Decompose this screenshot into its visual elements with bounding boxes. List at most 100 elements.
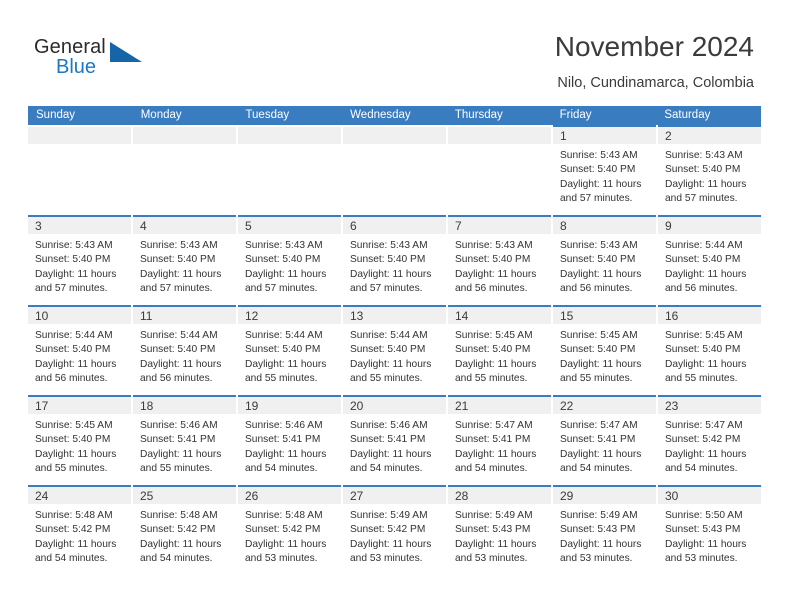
calendar-day-cell[interactable]: 24 Sunrise: 5:48 AM Sunset: 5:42 PM Dayligh… [28,485,131,575]
daylight-text-line1: Daylight: 11 hours [665,448,747,460]
sunset-text: Sunset: 5:41 PM [140,434,216,446]
daylight-text-line1: Daylight: 11 hours [350,538,432,550]
calendar-week-row: 1 Sunrise: 5:43 AM Sunset: 5:40 PM Daylight… [28,125,761,215]
day-number: 25 [140,489,154,503]
daylight-text-line2: and 56 minutes. [560,282,633,294]
sunset-text: Sunset: 5:40 PM [665,164,741,176]
sunrise-text: Sunrise: 5:49 AM [350,510,428,521]
day-number: 15 [560,309,574,323]
weekday-header-monday: Monday [140,109,182,121]
calendar-day-cell[interactable]: 26 Sunrise: 5:48 AM Sunset: 5:42 PM Dayligh… [238,485,341,575]
sunrise-text: Sunrise: 5:46 AM [350,420,428,431]
weekday-header-row: Sunday Monday Tuesday Wednesday Thursday… [28,106,761,125]
sunset-text: Sunset: 5:40 PM [35,434,111,446]
calendar-day-cell[interactable]: 14 Sunrise: 5:45 AM Sunset: 5:40 PM Dayligh… [448,305,551,395]
day-number: 4 [140,219,147,233]
day-number-band [28,127,131,144]
sunset-text: Sunset: 5:40 PM [140,254,216,266]
sunset-text: Sunset: 5:41 PM [245,434,321,446]
calendar-day-cell[interactable]: 16 Sunrise: 5:45 AM Sunset: 5:40 PM Dayligh… [658,305,761,395]
daylight-text-line2: and 54 minutes. [665,462,738,474]
sunset-text: Sunset: 5:40 PM [455,344,531,356]
sunrise-text: Sunrise: 5:49 AM [560,510,638,521]
sunset-text: Sunset: 5:40 PM [245,344,321,356]
day-number: 20 [350,399,364,413]
calendar-day-cell[interactable]: 7 Sunrise: 5:43 AM Sunset: 5:40 PM Daylight… [448,215,551,305]
daylight-text-line2: and 53 minutes. [560,552,633,564]
calendar-day-cell[interactable]: 30 Sunrise: 5:50 AM Sunset: 5:43 PM Dayligh… [658,485,761,575]
calendar-day-cell[interactable]: 9 Sunrise: 5:44 AM Sunset: 5:40 PM Daylight… [658,215,761,305]
day-number-band: 21 [448,397,551,414]
daylight-text-line1: Daylight: 11 hours [245,448,327,460]
calendar-day-cell[interactable]: 21 Sunrise: 5:47 AM Sunset: 5:41 PM Dayligh… [448,395,551,485]
weekday-header-friday: Friday [559,109,592,121]
calendar-day-cell[interactable]: 4 Sunrise: 5:43 AM Sunset: 5:40 PM Daylight… [133,215,236,305]
day-number-band: 5 [238,217,341,234]
day-details: Sunrise: 5:47 AM Sunset: 5:41 PM Daylight:… [553,414,656,476]
daylight-text-line2: and 54 minutes. [140,552,213,564]
calendar-day-cell[interactable]: 29 Sunrise: 5:49 AM Sunset: 5:43 PM Dayligh… [553,485,656,575]
daylight-text-line1: Daylight: 11 hours [665,178,747,190]
daylight-text-line2: and 53 minutes. [350,552,423,564]
calendar-day-cell[interactable]: 27 Sunrise: 5:49 AM Sunset: 5:42 PM Dayligh… [343,485,446,575]
day-details: Sunrise: 5:44 AM Sunset: 5:40 PM Daylight:… [28,324,131,386]
calendar-day-cell[interactable]: 8 Sunrise: 5:43 AM Sunset: 5:40 PM Daylight… [553,215,656,305]
calendar-day-cell[interactable]: 1 Sunrise: 5:43 AM Sunset: 5:40 PM Daylight… [553,125,656,215]
day-number: 16 [665,309,679,323]
calendar-day-cell[interactable]: 22 Sunrise: 5:47 AM Sunset: 5:41 PM Dayligh… [553,395,656,485]
daylight-text-line1: Daylight: 11 hours [350,358,432,370]
day-details: Sunrise: 5:43 AM Sunset: 5:40 PM Daylight:… [553,234,656,296]
calendar-day-cell[interactable]: 11 Sunrise: 5:44 AM Sunset: 5:40 PM Dayligh… [133,305,236,395]
calendar-day-cell[interactable]: 6 Sunrise: 5:43 AM Sunset: 5:40 PM Daylight… [343,215,446,305]
calendar-day-cell[interactable]: 10 Sunrise: 5:44 AM Sunset: 5:40 PM Dayligh… [28,305,131,395]
general-blue-logo[interactable]: General Blue [34,36,164,84]
day-number: 12 [245,309,259,323]
calendar-day-cell[interactable]: 20 Sunrise: 5:46 AM Sunset: 5:41 PM Dayligh… [343,395,446,485]
daylight-text-line2: and 55 minutes. [350,372,423,384]
calendar-day-cell[interactable]: 23 Sunrise: 5:47 AM Sunset: 5:42 PM Dayligh… [658,395,761,485]
daylight-text-line2: and 57 minutes. [665,192,738,204]
sunrise-text: Sunrise: 5:48 AM [35,510,113,521]
calendar-day-cell[interactable]: 28 Sunrise: 5:49 AM Sunset: 5:43 PM Dayligh… [448,485,551,575]
day-details: Sunrise: 5:43 AM Sunset: 5:40 PM Daylight:… [133,234,236,296]
calendar-day-cell[interactable]: 5 Sunrise: 5:43 AM Sunset: 5:40 PM Daylight… [238,215,341,305]
day-number-band: 11 [133,307,236,324]
logo-text-blue: Blue [56,56,97,78]
day-details: Sunrise: 5:46 AM Sunset: 5:41 PM Daylight:… [343,414,446,476]
day-number: 9 [665,219,672,233]
calendar-day-cell[interactable]: 18 Sunrise: 5:46 AM Sunset: 5:41 PM Dayligh… [133,395,236,485]
daylight-text-line1: Daylight: 11 hours [560,178,642,190]
calendar-day-cell[interactable]: 3 Sunrise: 5:43 AM Sunset: 5:40 PM Daylight… [28,215,131,305]
day-number-band [238,127,341,144]
sunset-text: Sunset: 5:40 PM [350,344,426,356]
calendar-day-cell[interactable]: 12 Sunrise: 5:44 AM Sunset: 5:40 PM Dayligh… [238,305,341,395]
sunset-text: Sunset: 5:40 PM [140,344,216,356]
calendar-day-cell[interactable]: 2 Sunrise: 5:43 AM Sunset: 5:40 PM Daylight… [658,125,761,215]
day-number: 5 [245,219,252,233]
sunset-text: Sunset: 5:40 PM [350,254,426,266]
calendar-day-cell[interactable]: 19 Sunrise: 5:46 AM Sunset: 5:41 PM Dayligh… [238,395,341,485]
daylight-text-line1: Daylight: 11 hours [455,448,537,460]
calendar-day-cell[interactable]: 13 Sunrise: 5:44 AM Sunset: 5:40 PM Dayligh… [343,305,446,395]
calendar-day-cell[interactable]: 25 Sunrise: 5:48 AM Sunset: 5:42 PM Dayligh… [133,485,236,575]
daylight-text-line1: Daylight: 11 hours [245,358,327,370]
day-number-band: 28 [448,487,551,504]
daylight-text-line1: Daylight: 11 hours [140,448,222,460]
calendar-day-cell[interactable]: 15 Sunrise: 5:45 AM Sunset: 5:40 PM Dayligh… [553,305,656,395]
daylight-text-line2: and 57 minutes. [350,282,423,294]
day-details: Sunrise: 5:47 AM Sunset: 5:42 PM Daylight:… [658,414,761,476]
weekday-header-thursday: Thursday [454,109,503,121]
daylight-text-line2: and 55 minutes. [560,372,633,384]
day-number: 11 [140,309,153,323]
day-details: Sunrise: 5:44 AM Sunset: 5:40 PM Daylight:… [343,324,446,386]
daylight-text-line2: and 55 minutes. [35,462,108,474]
weekday-header-sunday: Sunday [36,109,76,121]
calendar-day-cell[interactable]: 17 Sunrise: 5:45 AM Sunset: 5:40 PM Dayligh… [28,395,131,485]
sunrise-text: Sunrise: 5:44 AM [245,330,323,341]
daylight-text-line1: Daylight: 11 hours [35,268,117,280]
day-number-band [133,127,236,144]
daylight-text-line2: and 53 minutes. [455,552,528,564]
day-number: 24 [35,489,49,503]
sunrise-text: Sunrise: 5:44 AM [35,330,113,341]
day-number-band [448,127,551,144]
